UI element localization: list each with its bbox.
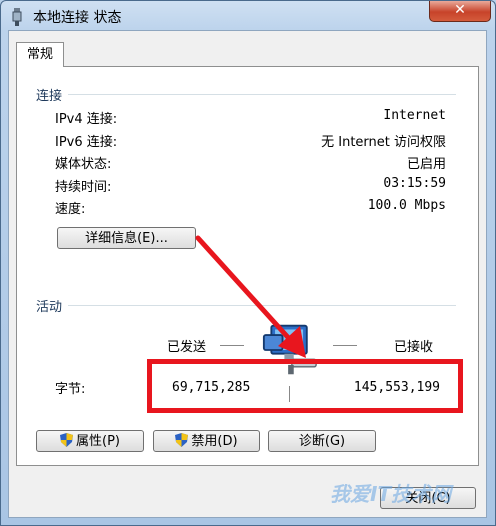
ipv6-label: IPv6 连接: (55, 135, 118, 150)
duration-label: 持续时间: (55, 180, 112, 195)
window-title: 本地连接 状态 (33, 10, 122, 26)
ipv4-value: Internet (383, 108, 446, 123)
disable-label: 禁用(D) (191, 434, 238, 449)
watermark-logo: 我爱IT技术网 (330, 482, 452, 506)
diagnose-button[interactable]: 诊断(G) (268, 430, 376, 452)
properties-button[interactable]: 属性(P) (36, 430, 144, 452)
activity-heading: 活动 (36, 296, 69, 315)
ipv4-label: IPv4 连接: (55, 112, 118, 127)
received-dash (333, 345, 357, 346)
speed-label: 速度: (55, 202, 86, 217)
speed-value: 100.0 Mbps (367, 198, 446, 213)
bytes-highlight-box (147, 359, 463, 413)
network-adapter-icon (12, 8, 22, 26)
annotation-arrow (195, 235, 306, 358)
bytes-label: 字节: (55, 382, 86, 397)
uac-shield-icon (175, 433, 189, 447)
close-window-button[interactable]: ✕ (429, 1, 491, 22)
media-state-label: 媒体状态: (55, 157, 112, 172)
connection-group-line (36, 94, 456, 95)
duration-value: 03:15:59 (383, 176, 446, 191)
uac-shield-icon (60, 433, 73, 447)
ipv6-value: 无 Internet 访问权限 (321, 135, 446, 150)
tab-general[interactable]: 常规 (16, 42, 64, 67)
properties-label: 属性(P) (76, 434, 120, 449)
title-bar[interactable]: 本地连接 状态 ✕ (1, 1, 495, 33)
media-state-value: 已启用 (406, 157, 446, 172)
details-button[interactable]: 详细信息(E)... (57, 227, 196, 249)
connection-heading: 连接 (36, 85, 69, 104)
disable-button[interactable]: 禁用(D) (153, 430, 260, 452)
received-label: 已接收 (394, 340, 434, 355)
